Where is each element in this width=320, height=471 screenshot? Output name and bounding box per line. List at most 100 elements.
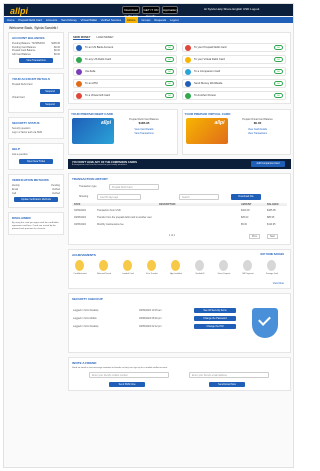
transfer-option[interactable]: To a Virtual Gift Card GO bbox=[73, 91, 177, 100]
help-text: Ask a question bbox=[12, 153, 28, 157]
page: allpi Download on the App Store GET IT O… bbox=[3, 3, 294, 468]
tab-send-money[interactable]: SEND MONEY bbox=[73, 36, 91, 40]
account-details-panel: YOUR ACCOUNT DETAILS Prepaid Debit Card … bbox=[8, 73, 64, 114]
google-play-badge[interactable]: GET IT ON Google Play bbox=[142, 6, 160, 24]
table-row-date: 03/09/2024 bbox=[74, 209, 86, 212]
send-email-button[interactable]: Send Email Now bbox=[209, 382, 245, 387]
download-file-button[interactable]: Download File bbox=[231, 194, 261, 200]
nav-item-prepaid-debit-card[interactable]: Prepaid Debit Card bbox=[18, 17, 42, 23]
transaction-history-panel: TRANSACTION HISTORY Transaction type Pre… bbox=[68, 173, 291, 245]
history-period-select[interactable]: Last 30 days ago bbox=[97, 194, 141, 200]
col-date: DATE bbox=[74, 203, 81, 206]
table-row-amount: $25.00 bbox=[241, 216, 249, 219]
go-button[interactable]: GO bbox=[274, 93, 283, 98]
transfer-option[interactable]: Via Zelle GO bbox=[73, 67, 177, 76]
transfer-option-label: To your Virtual Debit Card bbox=[194, 58, 225, 61]
table-row-balance: $110.95 bbox=[267, 223, 276, 226]
verification-row: Cell Verified bbox=[12, 191, 60, 195]
nav-item-send-money[interactable]: Send Money bbox=[61, 17, 77, 23]
nav-item-accounts[interactable]: Accounts bbox=[46, 17, 58, 23]
suspend-virtual-button[interactable]: Suspend bbox=[40, 102, 60, 108]
transfer-tabs: SEND MONEY LOAD MONEY bbox=[73, 36, 286, 40]
go-button[interactable]: GO bbox=[274, 57, 283, 62]
transfer-option[interactable]: To any US Debit Card GO bbox=[73, 55, 177, 64]
transfer-option[interactable]: To a Companion Card GO bbox=[182, 67, 286, 76]
prepaid-view-transactions-link[interactable]: View Transactions bbox=[117, 132, 171, 136]
friend-email-input[interactable]: Enter your friend's email address bbox=[189, 372, 269, 378]
left-column: ACCOUNT BALANCES Pending Balance: TR-585… bbox=[8, 32, 64, 239]
next-page-button[interactable]: Next bbox=[267, 234, 278, 239]
logo[interactable]: allpi bbox=[10, 6, 28, 16]
send-sms-button[interactable]: Send SMS Now bbox=[109, 382, 145, 387]
go-button[interactable]: GO bbox=[165, 81, 174, 86]
app-store-badge[interactable]: Download on the App Store bbox=[122, 6, 140, 24]
history-search-input[interactable]: Search bbox=[179, 194, 219, 200]
history-title: TRANSACTION HISTORY bbox=[72, 177, 108, 181]
transfer-option-label: To a Companion Card bbox=[194, 70, 221, 73]
nav-item-airtime[interactable]: Airtime bbox=[124, 17, 138, 23]
nav-item-verified-sources[interactable]: Verified Sources bbox=[101, 17, 121, 23]
see-all-security-button[interactable]: See All Security Items bbox=[194, 308, 236, 313]
transfer-option-label: Send Money Worldwide bbox=[194, 82, 223, 85]
transfer-option[interactable]: To your Virtual Debit Card GO bbox=[182, 55, 286, 64]
change-password-button[interactable]: Change the Password bbox=[194, 316, 236, 321]
transfer-icon bbox=[76, 92, 82, 99]
nav-item-home[interactable]: Home bbox=[7, 17, 14, 23]
balance-row: Gift Card Balance $0.00 bbox=[12, 52, 60, 56]
suspend-prepaid-button[interactable]: Suspend bbox=[40, 89, 60, 95]
pagination-text: 1 of 1 bbox=[169, 234, 175, 237]
go-button[interactable]: GO bbox=[274, 81, 283, 86]
transfer-icon bbox=[185, 92, 191, 99]
history-filter-select[interactable]: Prepaid Debit Card bbox=[109, 184, 159, 190]
transfer-option[interactable]: Send Money Worldwide GO bbox=[182, 79, 286, 88]
nav-item-virtual-wallet[interactable]: Virtual Wallet bbox=[81, 17, 97, 23]
transfer-option[interactable]: To an ATM GO bbox=[73, 79, 177, 88]
prepaid-card-panel: YOUR PREPAID DEBIT CARD allpi Prepaid De… bbox=[68, 109, 178, 155]
go-button[interactable]: GO bbox=[165, 45, 174, 50]
transfer-option[interactable]: To your Prepaid Debit Card GO bbox=[182, 43, 286, 52]
nav-item-logout[interactable]: Logout bbox=[170, 17, 179, 23]
logo-text: all bbox=[10, 6, 21, 16]
prepaid-card-image[interactable]: allpi bbox=[72, 118, 114, 144]
tab-load-money[interactable]: LOAD MONEY bbox=[96, 36, 113, 40]
view-more-link[interactable]: View More bbox=[273, 282, 284, 285]
table-row-desc: Transaction from USD bbox=[97, 209, 121, 212]
badge-label: Savings Goal bbox=[266, 273, 278, 275]
transfer-option-label: To your Prepaid Debit Card bbox=[194, 46, 227, 49]
nav-item-requests[interactable]: Requests bbox=[154, 17, 166, 23]
badge-medal-icon bbox=[219, 260, 228, 271]
security-checkup-title: SECURITY CHECKUP bbox=[72, 297, 103, 301]
friend-phone-input[interactable]: Enter your friend's mobile number bbox=[89, 372, 169, 378]
go-button[interactable]: GO bbox=[165, 93, 174, 98]
add-companion-card-button[interactable]: Add Companion Card bbox=[251, 161, 285, 167]
virtual-view-transactions-link[interactable]: View Transactions bbox=[231, 132, 285, 136]
app-gallery-badge[interactable]: AppGallery bbox=[162, 6, 178, 14]
virtual-card-image[interactable]: allpi bbox=[185, 118, 228, 144]
nav-item-groups[interactable]: Groups bbox=[141, 17, 150, 23]
history-period-label: Showing bbox=[79, 195, 89, 198]
col-amount: AMOUNT bbox=[241, 203, 252, 206]
change-pin-button[interactable]: Change the PIN bbox=[194, 324, 236, 329]
transfer-option[interactable]: To an US Bank Account GO bbox=[73, 43, 177, 52]
virtual-card-panel: YOUR PREPAID VIRTUAL CARD allpi Prepaid … bbox=[181, 109, 291, 155]
account-balance-title: ACCOUNT BALANCES bbox=[12, 36, 45, 40]
go-button[interactable]: GO bbox=[165, 69, 174, 74]
badge-medal-icon bbox=[147, 260, 156, 271]
achievements-panel: ACHIEVEMENTS NOT DONE BADGES Card Activa… bbox=[68, 249, 291, 289]
go-button[interactable]: GO bbox=[274, 45, 283, 50]
go-button[interactable]: GO bbox=[165, 57, 174, 62]
prev-page-button[interactable]: Prev bbox=[249, 234, 260, 239]
badge-label: Referred Friend bbox=[96, 273, 111, 275]
update-verification-button[interactable]: Update Verification Methods bbox=[14, 197, 58, 203]
transfer-option[interactable]: To Another Person GO bbox=[182, 91, 286, 100]
virtual-card-item: Virtual Card bbox=[12, 96, 25, 100]
top-links[interactable]: Hi Sylvia Help Share English USD Logout bbox=[204, 7, 259, 11]
login-row-detail: 03/09/2024 10:15 am bbox=[139, 309, 162, 312]
login-row-label: Logged in from Desktop bbox=[73, 309, 99, 312]
view-transactions-button[interactable]: View Transactions bbox=[19, 58, 53, 64]
badge-medal-icon bbox=[75, 260, 84, 271]
open-ticket-button[interactable]: Open New Ticket bbox=[19, 159, 53, 165]
go-button[interactable]: GO bbox=[274, 69, 283, 74]
prepaid-card-title: YOUR PREPAID DEBIT CARD bbox=[71, 112, 113, 116]
card-brand-text: allpi bbox=[100, 120, 111, 126]
